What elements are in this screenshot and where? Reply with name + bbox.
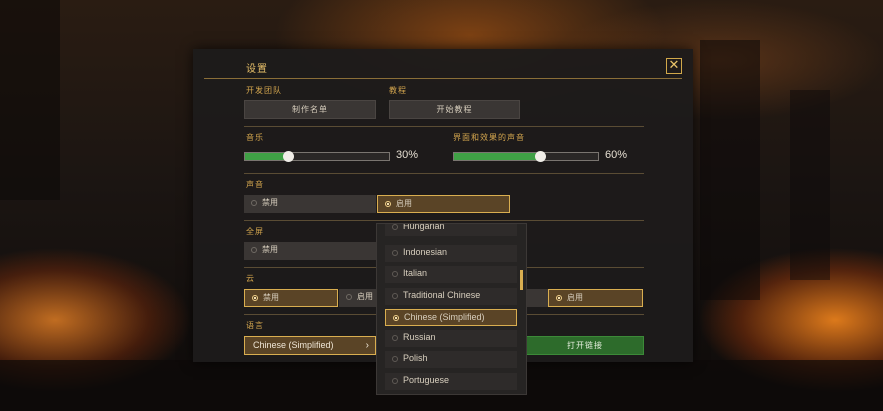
language-option[interactable]: Russian <box>385 330 517 347</box>
cloud-label: 云 <box>246 274 255 283</box>
divider <box>244 173 644 174</box>
radio-selected-icon <box>556 294 562 301</box>
ui-sound-slider-knob[interactable] <box>535 151 546 162</box>
ui-sound-label: 界面和效果的声音 <box>453 133 525 142</box>
radio-icon <box>392 249 398 256</box>
ui-sound-slider-fill <box>454 153 540 160</box>
sound-enable-option[interactable]: 启用 <box>377 195 510 213</box>
fullscreen-disable-option[interactable]: 禁用 <box>244 242 376 260</box>
radio-selected-icon <box>252 294 258 301</box>
dev-team-label: 开发团队 <box>246 86 282 95</box>
radio-selected-icon <box>385 200 391 207</box>
language-option[interactable]: Italian <box>385 266 517 283</box>
language-option-selected[interactable]: Chinese (Simplified) <box>385 309 517 326</box>
sound-disable-option[interactable]: 禁用 <box>244 195 376 213</box>
language-option[interactable]: Portuguese <box>385 373 517 390</box>
close-button[interactable]: ✕ <box>666 58 682 74</box>
music-label: 音乐 <box>246 133 264 142</box>
chevron-right-icon: › <box>365 340 369 351</box>
language-option[interactable]: Traditional Chinese <box>385 288 517 305</box>
music-slider-fill <box>245 153 288 160</box>
radio-icon <box>392 224 398 230</box>
ui-sound-value: 60% <box>605 149 628 161</box>
radio-icon <box>392 334 398 341</box>
dropdown-scrollbar[interactable] <box>520 270 523 290</box>
cloud-enable-option[interactable]: 启用 <box>339 289 376 307</box>
radio-icon <box>251 199 257 206</box>
close-icon: ✕ <box>668 58 680 73</box>
divider <box>244 126 644 127</box>
sound-label: 声音 <box>246 180 264 189</box>
music-slider[interactable] <box>244 151 390 162</box>
tutorial-label: 教程 <box>389 86 407 95</box>
language-select[interactable]: Chinese (Simplified) › <box>244 336 376 355</box>
radio-selected-icon <box>393 314 399 321</box>
cloud-enable-option-2[interactable]: 启用 <box>548 289 643 307</box>
music-value: 30% <box>396 149 419 161</box>
ui-sound-slider[interactable] <box>453 151 599 162</box>
credits-button[interactable]: 制作名单 <box>244 100 376 119</box>
open-link-button[interactable]: 打开链接 <box>526 336 644 355</box>
settings-title: 设置 <box>246 64 268 75</box>
radio-icon <box>392 270 398 277</box>
radio-icon <box>392 377 398 384</box>
language-option[interactable]: Indonesian <box>385 245 517 262</box>
language-option[interactable]: Hungarian <box>385 224 517 236</box>
radio-icon <box>392 355 398 362</box>
start-tutorial-button[interactable]: 开始教程 <box>389 100 520 119</box>
language-option[interactable]: Polish <box>385 351 517 368</box>
divider <box>244 220 644 221</box>
language-dropdown[interactable]: Hungarian Indonesian Italian Traditional… <box>376 223 527 395</box>
title-divider <box>204 78 682 79</box>
cloud-disable-option[interactable]: 禁用 <box>244 289 338 307</box>
language-label: 语言 <box>246 321 264 330</box>
fullscreen-label: 全屏 <box>246 227 264 236</box>
radio-icon <box>346 293 352 300</box>
radio-icon <box>392 292 398 299</box>
radio-icon <box>251 246 257 253</box>
music-slider-knob[interactable] <box>283 151 294 162</box>
